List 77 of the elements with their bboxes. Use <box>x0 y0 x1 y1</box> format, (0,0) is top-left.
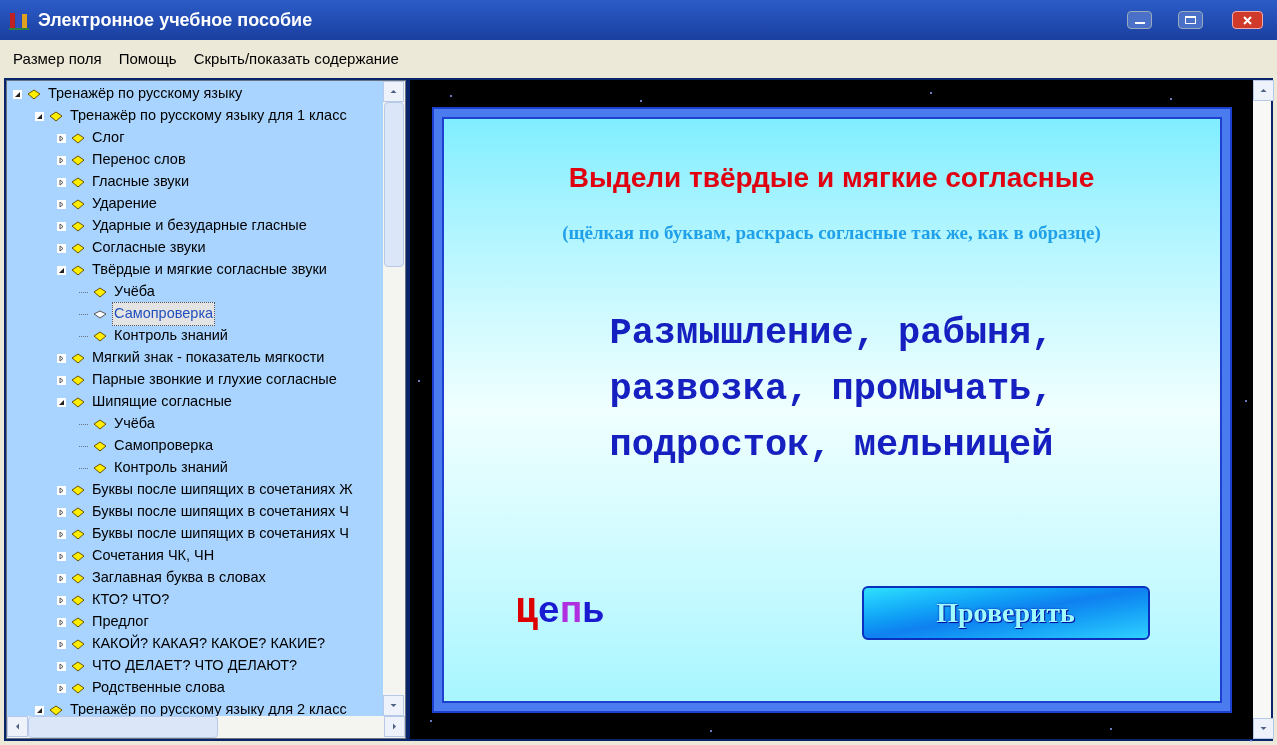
exercise-text-line[interactable]: подросток, мельницей <box>609 417 1054 473</box>
tree-item[interactable]: Твёрдые и мягкие согласные звуки <box>90 258 329 282</box>
sample-word: Цепь <box>515 590 605 635</box>
window-title: Электронное учебное пособие <box>38 8 314 32</box>
expand-toggle[interactable] <box>57 155 66 165</box>
expand-toggle[interactable] <box>57 683 66 693</box>
tree-item[interactable]: Буквы после шипящих в сочетаниях Ж <box>90 478 355 502</box>
expand-toggle[interactable] <box>57 243 66 253</box>
expand-toggle[interactable] <box>57 573 66 583</box>
tree-item[interactable]: КТО? ЧТО? <box>90 588 172 612</box>
tree-item[interactable]: Сочетания ЧК, ЧН <box>90 544 217 568</box>
exercise-instruction: (щёлкая по буквам, раскрась согласные так же, как в образце) <box>562 220 1101 245</box>
expand-toggle[interactable] <box>57 529 66 539</box>
expand-toggle[interactable] <box>57 661 66 671</box>
tree-item[interactable]: Согласные звуки <box>90 236 208 260</box>
scrollbar-thumb[interactable] <box>384 102 404 267</box>
arrow-icon <box>390 702 397 709</box>
tree-item[interactable]: Родственные слова <box>90 676 227 700</box>
collapse-toggle[interactable] <box>35 705 44 715</box>
arrow-icon <box>14 723 21 730</box>
arrow-icon <box>1260 725 1267 732</box>
tree-item[interactable]: Гласные звуки <box>90 170 192 194</box>
arrow-icon <box>1260 87 1267 94</box>
expand-toggle[interactable] <box>57 617 66 627</box>
expand-toggle[interactable] <box>57 485 66 495</box>
books-icon <box>8 9 30 31</box>
tree-item[interactable]: Ударные и безударные гласные <box>90 214 309 238</box>
tree-item[interactable]: Контроль знаний <box>112 324 230 348</box>
tree-item[interactable]: Парные звонкие и глухие согласные <box>90 368 339 392</box>
tree-item[interactable]: Слог <box>90 126 127 150</box>
tree-item[interactable]: Мягкий знак - показатель мягкости <box>90 346 327 370</box>
tree-item[interactable]: Заглавная буква в словах <box>90 566 268 590</box>
expand-toggle[interactable] <box>57 551 66 561</box>
tree-item[interactable]: Буквы после шипящих в сочетаниях Ч <box>90 500 351 524</box>
expand-toggle[interactable] <box>57 177 66 187</box>
tree-item[interactable]: Ударение <box>90 192 159 216</box>
vertical-scrollbar[interactable] <box>1253 80 1271 739</box>
tree-item[interactable]: Предлог <box>90 610 151 634</box>
tree-item[interactable]: Самопроверка <box>112 434 216 458</box>
tree-item[interactable]: Учёба <box>112 412 157 436</box>
tree-item[interactable]: Контроль знаний <box>112 456 230 480</box>
tree-item[interactable]: КАКОЙ? КАКАЯ? КАКОЕ? КАКИЕ? <box>90 632 328 656</box>
horizontal-scrollbar[interactable] <box>7 716 405 738</box>
close-button[interactable] <box>1232 11 1263 29</box>
tree-item[interactable]: Тренажёр по русскому языку <box>46 82 245 106</box>
exercise-title: Выдели твёрдые и мягкие согласные <box>568 160 1095 195</box>
tree-item[interactable]: Самопроверка <box>112 302 216 326</box>
tree-item[interactable]: Учёба <box>112 280 157 304</box>
minimize-button[interactable] <box>1127 11 1152 29</box>
scrollbar-thumb[interactable] <box>28 716 218 738</box>
tree-item[interactable]: Перенос слов <box>90 148 188 172</box>
menu-item[interactable]: Размер поля <box>13 47 102 71</box>
maximize-button[interactable] <box>1178 11 1203 29</box>
exercise-text-line[interactable]: развозка, промычать, <box>609 361 1054 417</box>
menu-item[interactable]: Скрыть/показать содержание <box>193 47 399 71</box>
tree-item[interactable]: Буквы после шипящих в сочетаниях Ч <box>90 522 351 546</box>
collapse-toggle[interactable] <box>35 111 44 121</box>
arrow-icon <box>390 88 397 95</box>
collapse-toggle[interactable] <box>57 265 66 275</box>
expand-toggle[interactable] <box>57 199 66 209</box>
close-icon <box>1243 15 1252 25</box>
arrow-icon <box>391 723 398 730</box>
collapse-toggle[interactable] <box>13 89 22 99</box>
vertical-scrollbar[interactable] <box>383 81 405 716</box>
tree-item[interactable]: Тренажёр по русскому языку для 1 класс <box>68 104 349 128</box>
expand-toggle[interactable] <box>57 595 66 605</box>
collapse-toggle[interactable] <box>57 397 66 407</box>
expand-toggle[interactable] <box>57 639 66 649</box>
tree-item[interactable]: Шипящие согласные <box>90 390 234 414</box>
expand-toggle[interactable] <box>57 507 66 517</box>
expand-toggle[interactable] <box>57 375 66 385</box>
exercise-text-line[interactable]: Размышление, рабыня, <box>609 305 1054 361</box>
tree-item[interactable]: ЧТО ДЕЛАЕТ? ЧТО ДЕЛАЮТ? <box>90 654 300 678</box>
expand-toggle[interactable] <box>57 221 66 231</box>
menu-item[interactable]: Помощь <box>118 47 177 71</box>
expand-toggle[interactable] <box>57 353 66 363</box>
expand-toggle[interactable] <box>57 133 66 143</box>
